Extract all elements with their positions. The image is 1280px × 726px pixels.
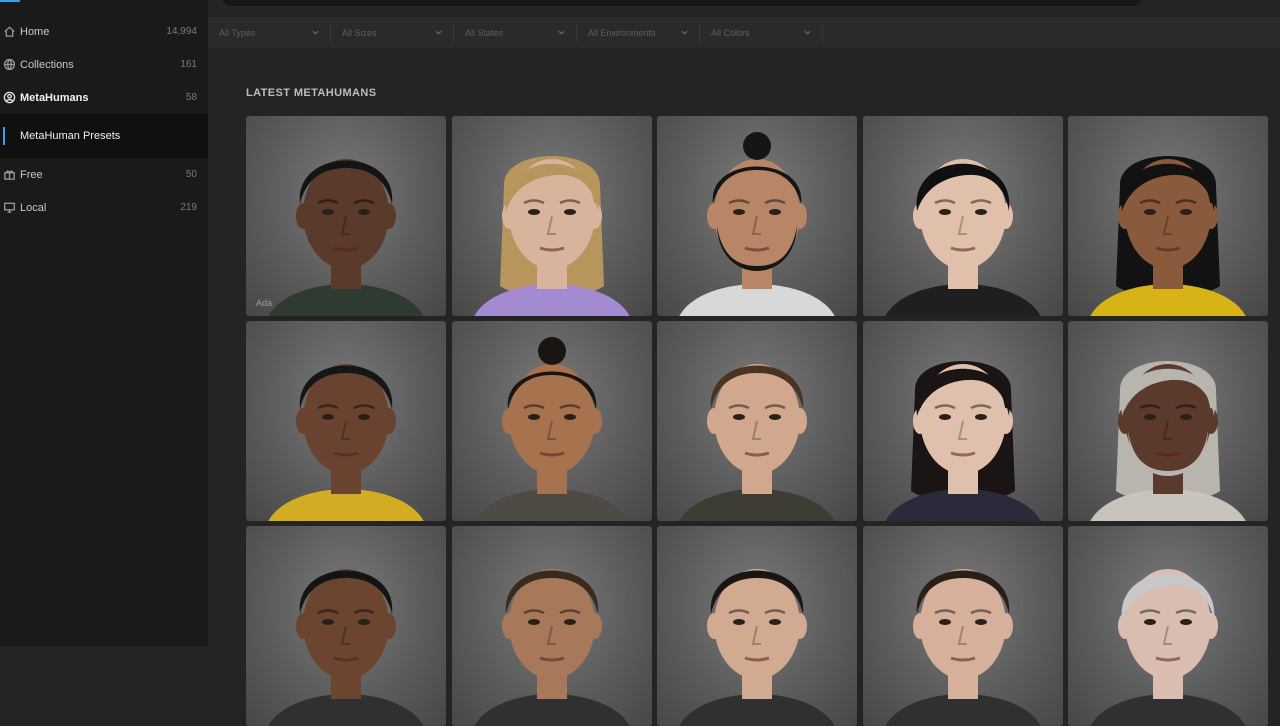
portrait-illustration <box>1090 156 1246 316</box>
sidebar-item-count: 161 <box>180 59 197 70</box>
filter-sizes[interactable]: All Sizes <box>332 23 454 42</box>
metahuman-card[interactable] <box>451 526 652 726</box>
portrait-illustration <box>679 132 835 316</box>
metahuman-card[interactable] <box>862 116 1063 316</box>
metahuman-card[interactable] <box>451 116 652 316</box>
selected-indicator <box>3 127 5 145</box>
metahuman-card[interactable] <box>657 526 857 726</box>
portrait-illustration <box>473 156 630 316</box>
metahuman-card[interactable] <box>1068 526 1268 726</box>
sidebar-item-local[interactable]: Local 219 <box>0 191 208 224</box>
filter-types[interactable]: All Types <box>209 23 331 42</box>
sidebar-item-count: 50 <box>185 169 197 180</box>
sidebar-item-count: 219 <box>180 202 197 213</box>
chevron-down-icon <box>803 28 812 37</box>
metahuman-grid: Ada <box>246 116 1268 726</box>
metahuman-card[interactable] <box>451 321 652 521</box>
filter-label: All Colors <box>711 27 750 38</box>
metahuman-card[interactable] <box>657 321 857 521</box>
chevron-down-icon <box>680 28 689 37</box>
filter-label: All States <box>465 27 504 38</box>
sidebar-item-home[interactable]: Home 14,994 <box>0 15 208 48</box>
section-title: LATEST METAHUMANS <box>246 87 377 99</box>
sidebar-item-count: 14,994 <box>166 26 197 37</box>
sidebar-item-count: 58 <box>185 92 197 103</box>
monitor-icon <box>2 201 16 215</box>
sidebar-item-metahumans[interactable]: MetaHumans 58 <box>0 81 208 114</box>
metahuman-card[interactable] <box>1068 116 1268 316</box>
filter-label: All Sizes <box>342 27 377 38</box>
filter-colors[interactable]: All Colors <box>701 23 823 42</box>
portrait-illustration <box>679 569 835 726</box>
portrait-illustration <box>884 159 1041 316</box>
sidebar-item-free[interactable]: Free 50 <box>0 158 208 191</box>
portrait-illustration <box>473 337 630 521</box>
portrait-illustration <box>1090 569 1246 726</box>
metahuman-card[interactable] <box>246 321 446 521</box>
chevron-down-icon <box>434 28 443 37</box>
filter-bar: All Types All Sizes All States All Envir… <box>208 17 1280 48</box>
metahuman-card[interactable]: Ada <box>246 116 446 316</box>
sidebar-subitem-metahuman-presets[interactable]: MetaHuman Presets <box>0 114 208 158</box>
globe-icon <box>2 58 16 72</box>
metahuman-card[interactable] <box>246 526 446 726</box>
metahuman-card[interactable] <box>657 116 857 316</box>
metahuman-card[interactable] <box>862 321 1063 521</box>
sidebar-subitem-label: MetaHuman Presets <box>20 130 121 142</box>
portrait-illustration <box>679 364 835 521</box>
sidebar-item-label: Free <box>20 168 43 181</box>
filter-environments[interactable]: All Environments <box>578 23 700 42</box>
sidebar-item-label: Local <box>20 201 47 214</box>
filter-states[interactable]: All States <box>455 23 577 42</box>
sidebar-item-collections[interactable]: Collections 161 <box>0 48 208 81</box>
metahuman-card[interactable] <box>862 526 1063 726</box>
sidebar-item-label: Home <box>20 25 50 38</box>
sidebar-item-label: MetaHumans <box>20 91 89 104</box>
portrait-illustration <box>268 364 424 521</box>
active-accent <box>0 0 20 2</box>
sidebar: Home 14,994 Collections 161 MetaHumans 5… <box>0 0 208 647</box>
sidebar-item-label: Collections <box>20 58 74 71</box>
portrait-illustration <box>268 569 424 726</box>
user-circle-icon <box>2 91 16 105</box>
chevron-down-icon <box>311 28 320 37</box>
portrait-illustration <box>1090 361 1246 521</box>
filter-label: All Types <box>219 27 256 38</box>
metahuman-card[interactable] <box>1068 321 1268 521</box>
card-name: Ada <box>256 298 273 308</box>
portrait-illustration <box>473 569 630 726</box>
filter-label: All Environments <box>588 27 656 38</box>
portrait-illustration <box>268 159 424 316</box>
search-bar[interactable] <box>222 0 1142 6</box>
chevron-down-icon <box>557 28 566 37</box>
home-icon <box>2 25 16 39</box>
gift-icon <box>2 168 16 182</box>
portrait-illustration <box>884 569 1041 726</box>
portrait-illustration <box>884 361 1041 521</box>
